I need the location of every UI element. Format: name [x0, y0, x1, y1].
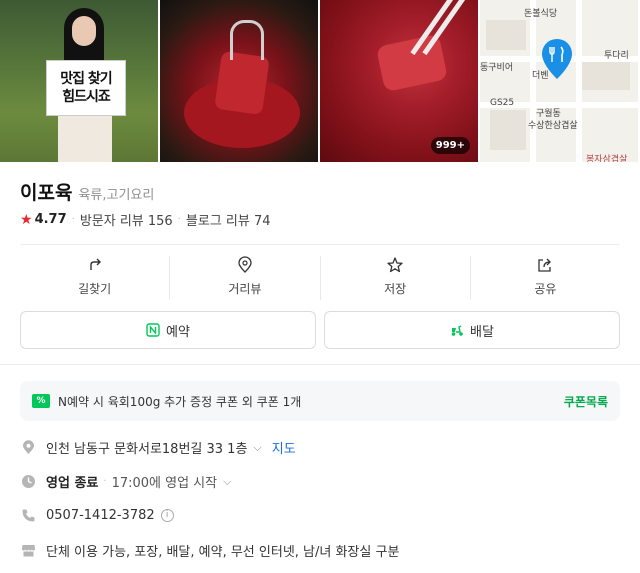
tongs	[230, 20, 264, 60]
save-label: 저장	[384, 282, 407, 296]
address-text: 인천 남동구 문화서로18번길 33 1층	[46, 442, 248, 457]
address-row: 인천 남동구 문화서로18번길 33 1층 ⌵ 지도	[20, 438, 620, 457]
photo-strip: 맛집 찾기 힘드시죠 999+ 돈볼식당 투다리 동구비어 더벤 GS25 구월…	[0, 0, 640, 162]
sign-text-line2: 힘드시죠	[62, 89, 111, 105]
street-view-button[interactable]: 거리뷰	[170, 256, 321, 300]
meat-piece	[214, 50, 270, 116]
person-face	[72, 16, 96, 46]
map-road	[576, 0, 582, 162]
rating-value: 4.77	[34, 212, 67, 227]
save-button[interactable]: 저장	[321, 256, 471, 300]
coupon-banner[interactable]: % N예약 시 육회100g 추가 증정 쿠폰 외 쿠폰 1개 쿠폰목록	[20, 381, 620, 421]
map-label: 돈볼식당	[524, 9, 558, 19]
coupon-text: N예약 시 육회100g 추가 증정 쿠폰 외 쿠폰 1개	[58, 394, 302, 409]
photo-thumbnail-3[interactable]: 999+	[320, 0, 478, 162]
promo-sign: 맛집 찾기 힘드시죠	[46, 60, 126, 116]
hours-status: 영업 종료	[46, 476, 99, 491]
map-road	[530, 0, 536, 162]
place-category: 육류,고기요리	[78, 188, 155, 203]
share-button[interactable]: 공유	[471, 256, 620, 300]
phone-icon	[20, 507, 36, 523]
pin-outline-icon	[238, 256, 252, 273]
action-bar: 길찾기 거리뷰 저장 공유	[20, 256, 620, 300]
map-label: 투다리	[604, 51, 629, 61]
sign-text-line1: 맛집 찾기	[60, 71, 112, 87]
direction-arrow-icon	[89, 258, 101, 270]
amenities-row: 단체 이용 가능, 포장, 배달, 예약, 무선 인터넷, 남/녀 화장실 구분	[20, 541, 620, 560]
map-label: GS25	[490, 98, 515, 108]
visitor-reviews-link[interactable]: 방문자 리뷰 156	[80, 210, 173, 229]
hours-detail: 17:00에 영업 시작	[111, 476, 218, 491]
naver-reserve-icon	[146, 323, 160, 337]
rating-row: ★ 4.77 · 방문자 리뷰 156 · 블로그 리뷰 74	[20, 210, 271, 230]
map-pin-icon	[542, 39, 572, 79]
rating-star-icon: ★	[20, 211, 33, 228]
map-label: 봉자삼겹살	[586, 155, 628, 162]
map-thumbnail[interactable]: 돈볼식당 투다리 동구비어 더벤 GS25 구월동 수상한삼겹살 봉자삼겹살	[480, 0, 638, 162]
divider	[20, 244, 620, 245]
photo-thumbnail-1[interactable]: 맛집 찾기 힘드시죠	[0, 0, 158, 162]
reserve-button[interactable]: 예약	[20, 311, 316, 349]
blog-reviews-link[interactable]: 블로그 리뷰 74	[186, 210, 271, 229]
map-label: 수상한삼겹살	[528, 121, 578, 131]
map-block	[580, 60, 630, 90]
separator-dot: ·	[71, 214, 75, 225]
share-icon	[538, 258, 552, 272]
separator-dot: ·	[103, 476, 107, 487]
map-block	[490, 110, 526, 150]
map-block	[486, 20, 526, 50]
share-label: 공유	[534, 282, 557, 296]
phone-number: 0507-1412-3782	[46, 507, 155, 523]
info-icon[interactable]: i	[160, 508, 174, 522]
delivery-scooter-icon	[451, 325, 463, 336]
phone-row: 0507-1412-3782 i	[20, 507, 620, 523]
delivery-button[interactable]: 배달	[324, 311, 620, 349]
street-view-label: 거리뷰	[228, 282, 262, 296]
reserve-label: 예약	[166, 324, 190, 340]
separator-dot: ·	[177, 214, 181, 225]
amenities-text: 단체 이용 가능, 포장, 배달, 예약, 무선 인터넷, 남/녀 화장실 구분	[46, 545, 400, 560]
primary-buttons: 예약 배달	[20, 311, 620, 349]
chevron-down-icon[interactable]: ⌵	[253, 441, 261, 455]
section-divider	[0, 364, 640, 365]
delivery-label: 배달	[470, 324, 494, 340]
directions-button[interactable]: 길찾기	[20, 256, 171, 300]
chevron-down-icon[interactable]: ⌵	[223, 475, 231, 489]
star-outline-icon	[387, 257, 403, 273]
photo-thumbnail-2[interactable]	[160, 0, 318, 162]
clock-icon	[20, 474, 36, 490]
photo-count-badge: 999+	[430, 137, 470, 154]
coupon-list-link[interactable]: 쿠폰목록	[564, 393, 608, 410]
map-label: 동구비어	[480, 63, 514, 73]
place-title-row: 이포육 육류,고기요리	[20, 178, 154, 205]
coupon-icon: %	[32, 394, 50, 408]
map-link[interactable]: 지도	[272, 438, 296, 457]
meat-slice	[375, 33, 449, 93]
place-name: 이포육	[20, 182, 73, 204]
store-icon	[20, 543, 36, 559]
location-icon	[20, 440, 36, 456]
directions-label: 길찾기	[78, 282, 112, 296]
hours-row: 영업 종료 · 17:00에 영업 시작 ⌵	[20, 472, 620, 491]
